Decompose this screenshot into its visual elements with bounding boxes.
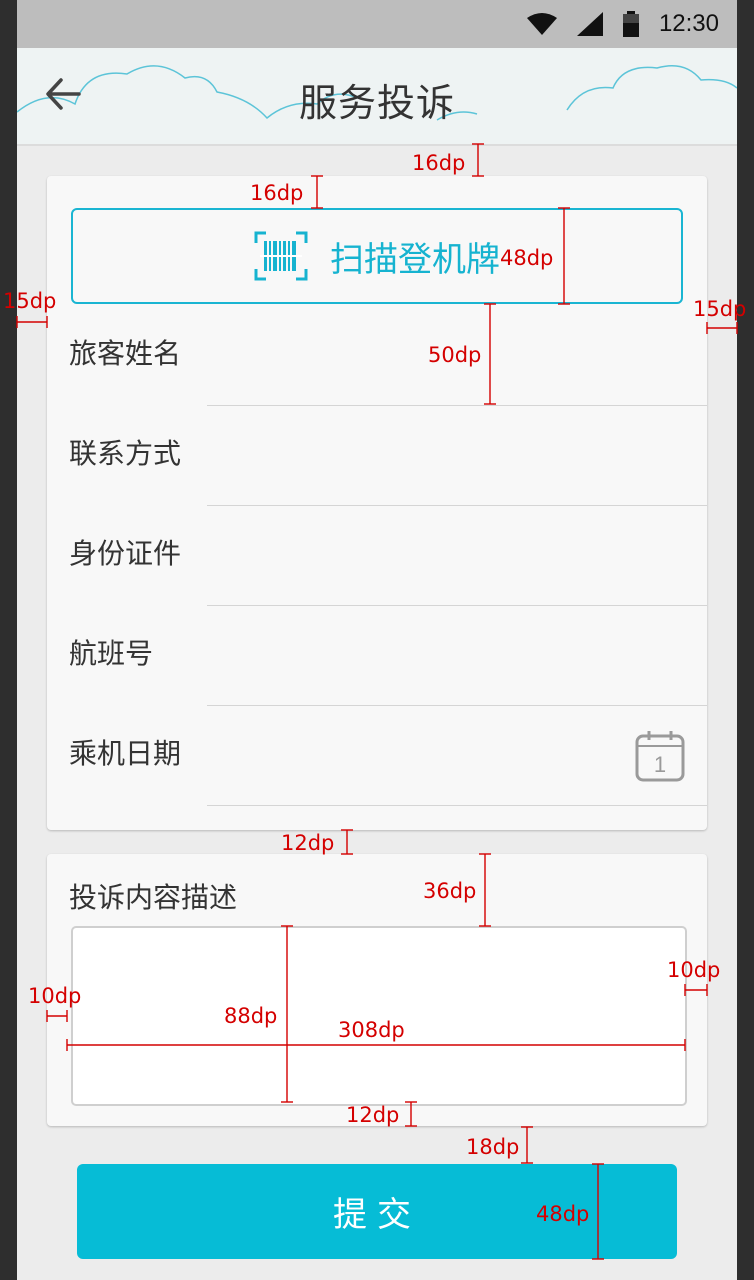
submit-button[interactable]: 提交: [77, 1164, 677, 1259]
status-icons: 12:30: [526, 0, 719, 48]
form-row-id: 身份证件: [47, 504, 707, 606]
complaint-description-card: 投诉内容描述: [47, 854, 707, 1126]
wifi-icon: [526, 13, 557, 35]
page-title: 服务投诉: [298, 81, 455, 125]
battery-icon: [622, 11, 639, 37]
barcode-scan-icon: [254, 231, 308, 281]
contact-input[interactable]: [207, 404, 707, 506]
form-row-flight: 航班号: [47, 604, 707, 706]
status-time: 12:30: [658, 10, 719, 37]
status-bar: 12:30: [17, 0, 737, 48]
name-input[interactable]: [207, 304, 707, 406]
form-row-date: 乘机日期 1: [47, 704, 707, 806]
flight-date-input[interactable]: [207, 704, 707, 806]
id-document-label: 身份证件: [69, 537, 182, 570]
scan-boarding-pass-button[interactable]: 扫描登机牌: [71, 208, 683, 304]
id-document-input[interactable]: [207, 504, 707, 606]
flight-number-label: 航班号: [69, 637, 154, 670]
scan-button-label: 扫描登机牌: [330, 239, 500, 280]
name-label: 旅客姓名: [69, 337, 182, 370]
calendar-icon[interactable]: 1: [635, 730, 685, 782]
form-row-name: 旅客姓名: [47, 304, 707, 406]
calendar-day: 1: [654, 752, 666, 777]
passenger-info-card: 扫描登机牌 旅客姓名 联系方式 身份证件 航班号 乘机日期 1: [47, 176, 707, 830]
phone-screen: 12:30 服务投诉 扫描登机牌 旅客姓名 联系方式 身份证件 航班号 乘机日期…: [17, 0, 737, 1280]
flight-date-label: 乘机日期: [69, 737, 182, 770]
form-row-contact: 联系方式: [47, 404, 707, 506]
contact-label: 联系方式: [69, 437, 182, 470]
description-label: 投诉内容描述: [69, 881, 238, 914]
flight-number-input[interactable]: [207, 604, 707, 706]
cellular-signal-icon: [576, 12, 603, 36]
description-textarea[interactable]: [71, 926, 687, 1106]
app-header: 服务投诉: [17, 48, 737, 146]
